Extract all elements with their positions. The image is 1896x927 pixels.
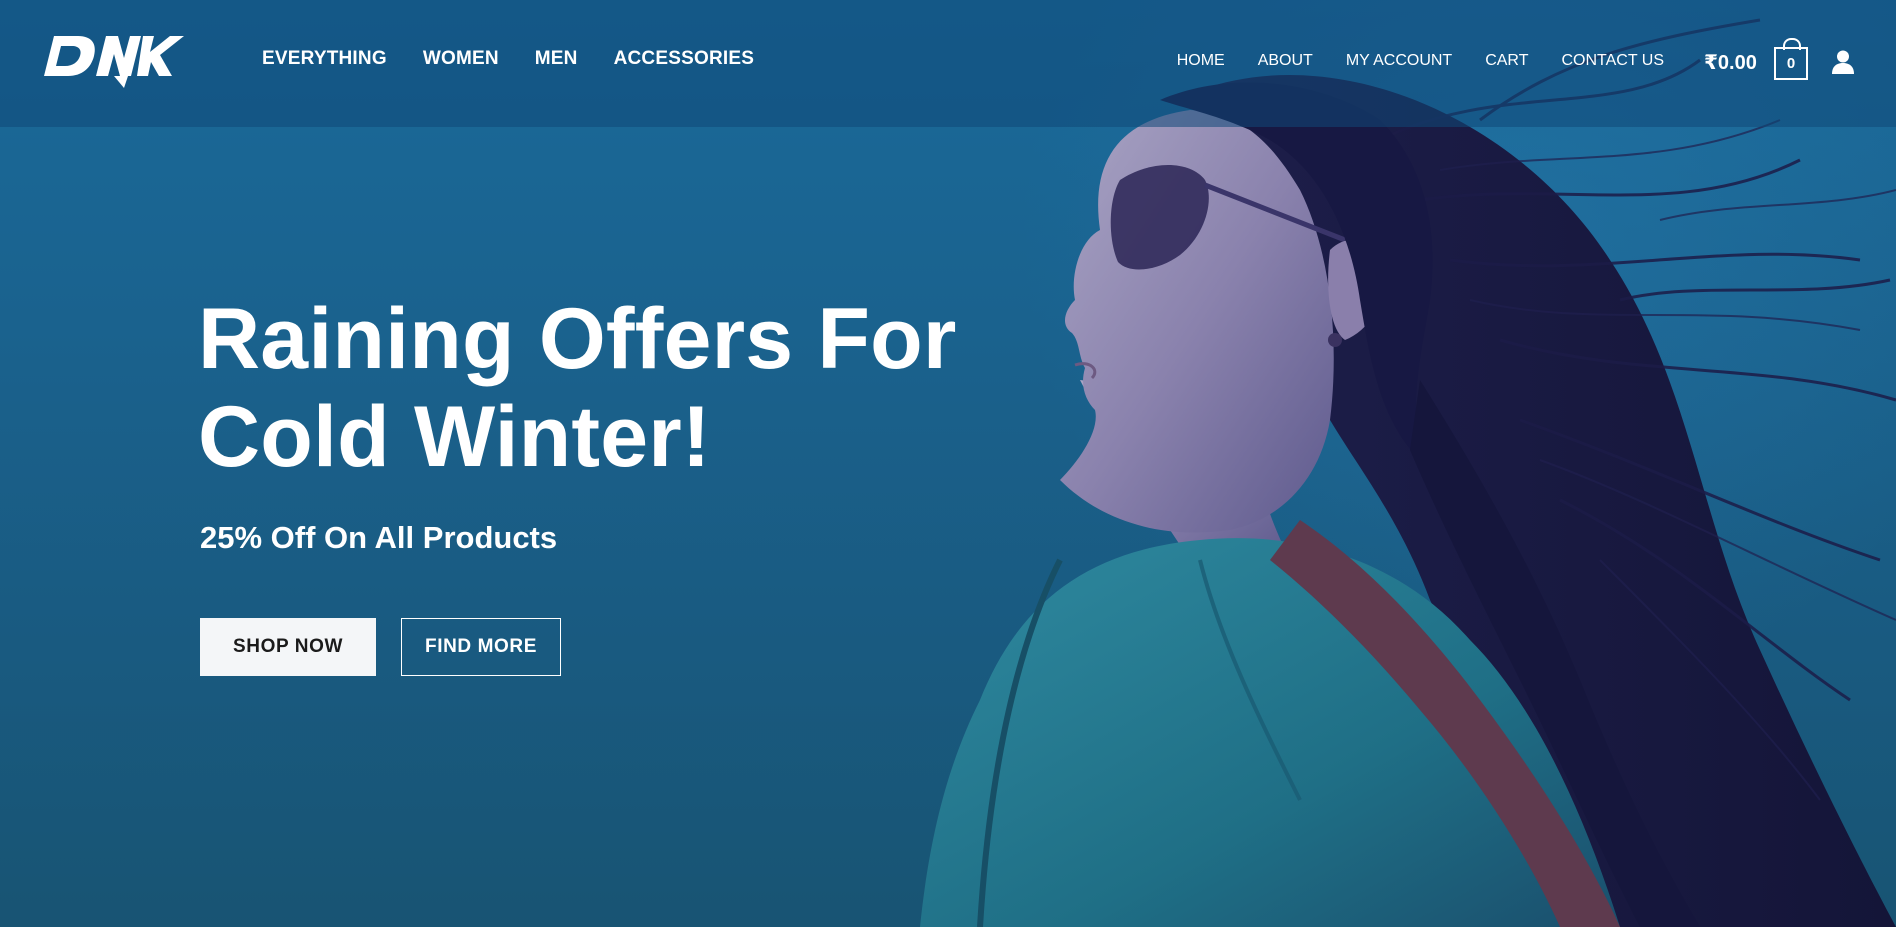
user-icon[interactable] [1832, 50, 1854, 74]
cart-count: 0 [1774, 47, 1808, 80]
nav-item-everything[interactable]: EVERYTHING [262, 48, 387, 70]
secondary-nav: HOME ABOUT MY ACCOUNT CART CONTACT US [1144, 52, 1664, 70]
nav-item-women[interactable]: WOMEN [423, 48, 499, 70]
nav-item-men[interactable]: MEN [535, 48, 578, 70]
nav-item-contact-us[interactable]: CONTACT US [1561, 52, 1664, 70]
nav-item-home[interactable]: HOME [1177, 52, 1225, 70]
hero-banner: EVERYTHING WOMEN MEN ACCESSORIES HOME AB… [0, 0, 1896, 927]
nav-item-my-account[interactable]: MY ACCOUNT [1346, 52, 1452, 70]
hero-subtitle: 25% Off On All Products [200, 520, 558, 555]
hero-title: Raining Offers For Cold Winter! [198, 291, 957, 485]
nav-item-about[interactable]: ABOUT [1258, 52, 1313, 70]
find-more-button[interactable]: FIND MORE [401, 618, 561, 676]
nav-item-cart[interactable]: CART [1485, 52, 1528, 70]
cart-total[interactable]: ₹0.00 [1704, 50, 1757, 75]
dnk-logo[interactable] [44, 30, 190, 92]
primary-nav: EVERYTHING WOMEN MEN ACCESSORIES [262, 48, 790, 70]
cart-bag-icon[interactable]: 0 [1774, 38, 1808, 80]
nav-item-accessories[interactable]: ACCESSORIES [614, 48, 755, 70]
shop-now-button[interactable]: SHOP NOW [200, 618, 376, 676]
